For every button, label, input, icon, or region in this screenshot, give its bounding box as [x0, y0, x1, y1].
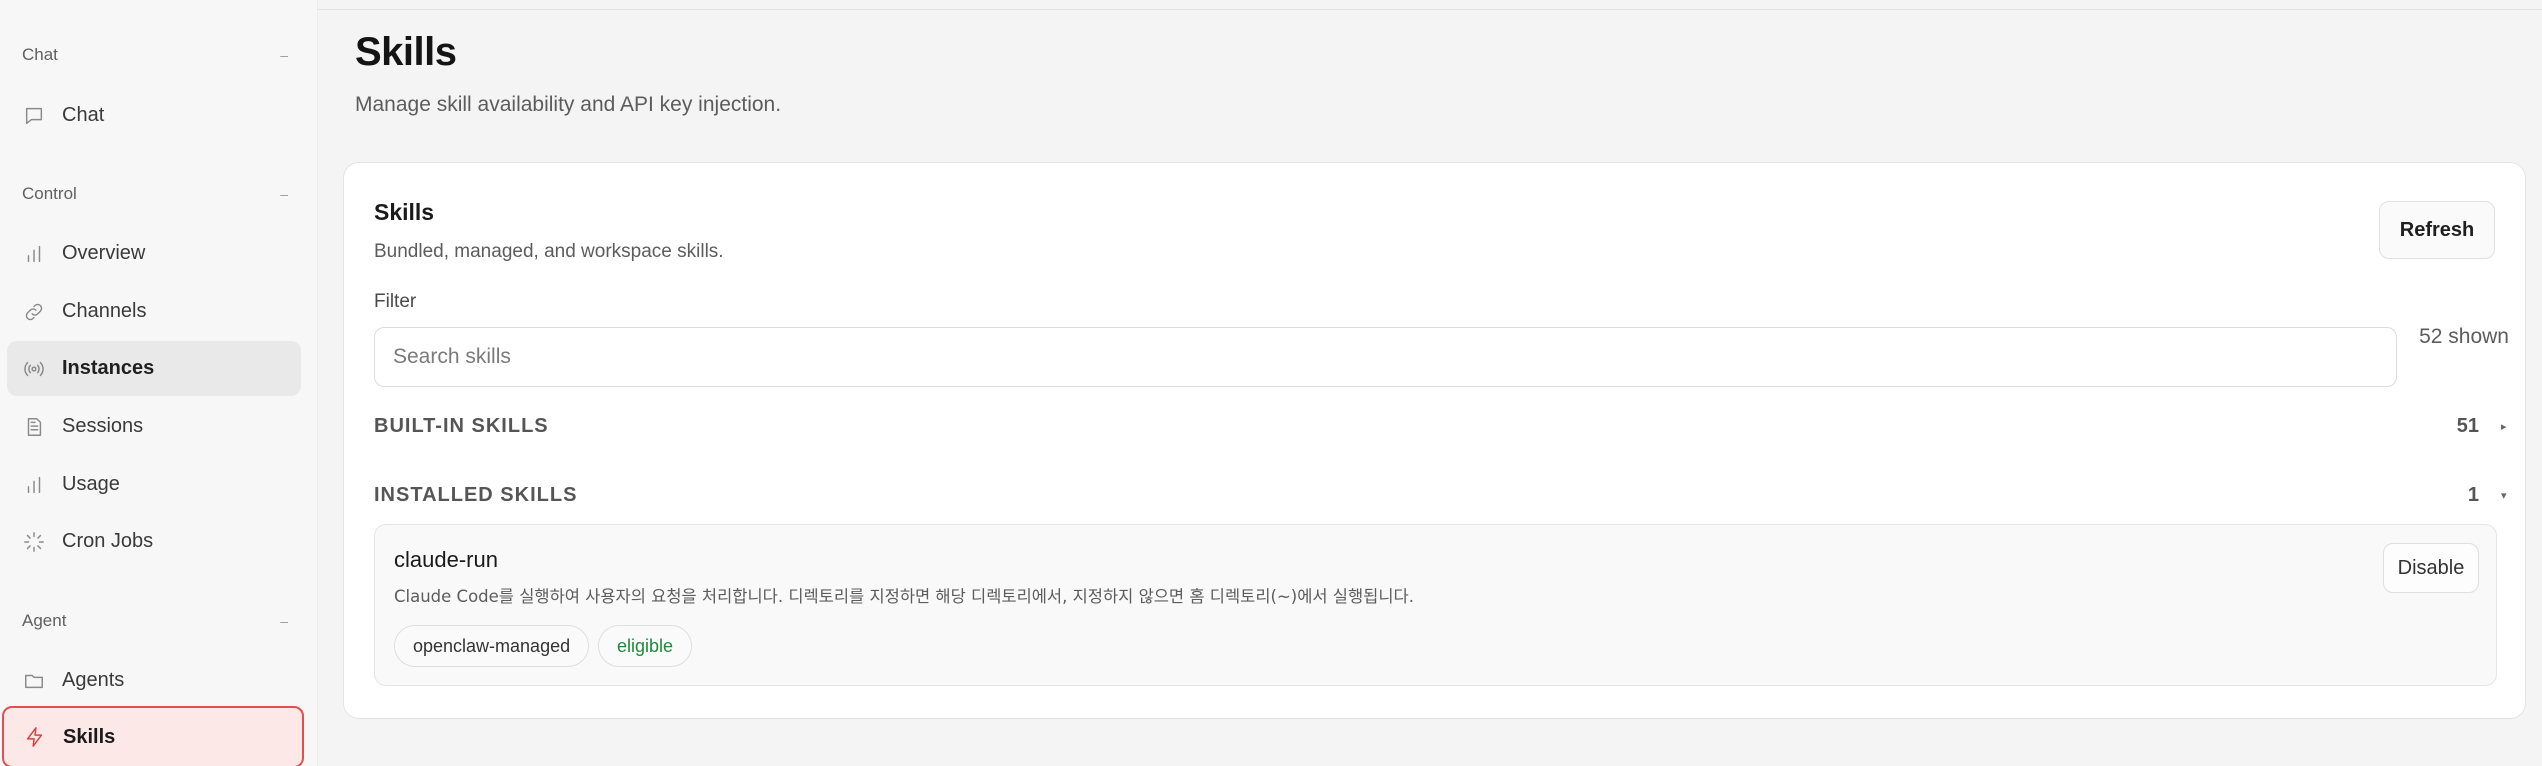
page-subtitle: Manage skill availability and API key in…: [355, 93, 782, 116]
section-title: INSTALLED SKILLS: [374, 483, 578, 506]
shown-count: 52 shown: [2419, 325, 2509, 348]
bolt-icon: [24, 726, 46, 748]
section-count: 51: [2456, 414, 2479, 437]
sidebar-item-cron-jobs[interactable]: Cron Jobs: [7, 514, 301, 569]
folder-icon: [23, 670, 45, 692]
sidebar-item-overview[interactable]: Overview: [7, 226, 301, 281]
sidebar-item-label: Overview: [62, 242, 146, 264]
collapse-toggle[interactable]: –: [280, 613, 292, 629]
search-input[interactable]: [374, 327, 2397, 387]
sidebar: Chat – Chat Control – Overview Channels …: [0, 0, 318, 766]
collapse-toggle[interactable]: –: [280, 47, 292, 63]
sidebar-item-instances[interactable]: Instances: [7, 341, 301, 396]
section-installed-skills[interactable]: INSTALLED SKILLS 1 ▾: [374, 480, 2511, 510]
card-subtitle: Bundled, managed, and workspace skills.: [374, 241, 724, 262]
group-label: Agent: [22, 611, 67, 630]
sidebar-item-sessions[interactable]: Sessions: [7, 399, 301, 454]
sidebar-item-label: Instances: [62, 357, 155, 379]
top-bar: [318, 0, 2542, 10]
card-title: Skills: [374, 199, 435, 225]
chevron-down-icon[interactable]: ▾: [2501, 489, 2511, 502]
loader-icon: [23, 531, 45, 553]
sidebar-item-label: Usage: [62, 473, 120, 495]
section-builtin-skills[interactable]: BUILT-IN SKILLS 51 ▸: [374, 411, 2511, 441]
source-badge: openclaw-managed: [394, 625, 590, 667]
sidebar-item-label: Chat: [62, 104, 105, 126]
message-icon: [23, 105, 45, 127]
skill-name: claude-run: [394, 547, 498, 572]
sidebar-item-chat[interactable]: Chat: [7, 88, 301, 143]
sidebar-item-label: Skills: [63, 725, 116, 748]
sidebar-group-chat[interactable]: Chat –: [22, 40, 292, 70]
sidebar-item-label: Sessions: [62, 415, 144, 437]
sidebar-item-skills[interactable]: Skills: [2, 706, 304, 766]
page-title: Skills: [355, 30, 457, 74]
skills-card: Skills Bundled, managed, and workspace s…: [343, 162, 2526, 719]
document-icon: [23, 416, 45, 438]
sidebar-group-control[interactable]: Control –: [22, 179, 292, 209]
sidebar-item-label: Channels: [62, 300, 147, 322]
sidebar-item-label: Agents: [62, 669, 125, 691]
collapse-toggle[interactable]: –: [280, 186, 292, 202]
bar-chart-icon: [23, 474, 45, 496]
radio-icon: [23, 358, 45, 380]
filter-label: Filter: [374, 291, 417, 312]
sidebar-item-label: Cron Jobs: [62, 530, 154, 552]
refresh-button[interactable]: Refresh: [2379, 201, 2495, 259]
skill-item: claude-run Claude Code를 실행하여 사용자의 요청을 처리…: [374, 524, 2497, 686]
skill-description: Claude Code를 실행하여 사용자의 요청을 처리합니다. 디렉토리를 …: [394, 587, 1414, 606]
section-count: 1: [2467, 483, 2479, 506]
link-icon: [23, 301, 45, 323]
status-badge: eligible: [598, 625, 693, 667]
sidebar-group-agent[interactable]: Agent –: [22, 606, 292, 636]
section-title: BUILT-IN SKILLS: [374, 414, 549, 437]
chevron-right-icon[interactable]: ▸: [2501, 420, 2511, 433]
sidebar-item-channels[interactable]: Channels: [7, 284, 301, 339]
bar-chart-icon: [23, 243, 45, 265]
sidebar-item-usage[interactable]: Usage: [7, 457, 301, 512]
group-label: Control: [22, 184, 77, 203]
sidebar-item-agents[interactable]: Agents: [7, 653, 301, 708]
disable-button[interactable]: Disable: [2383, 543, 2479, 593]
group-label: Chat: [22, 45, 58, 64]
